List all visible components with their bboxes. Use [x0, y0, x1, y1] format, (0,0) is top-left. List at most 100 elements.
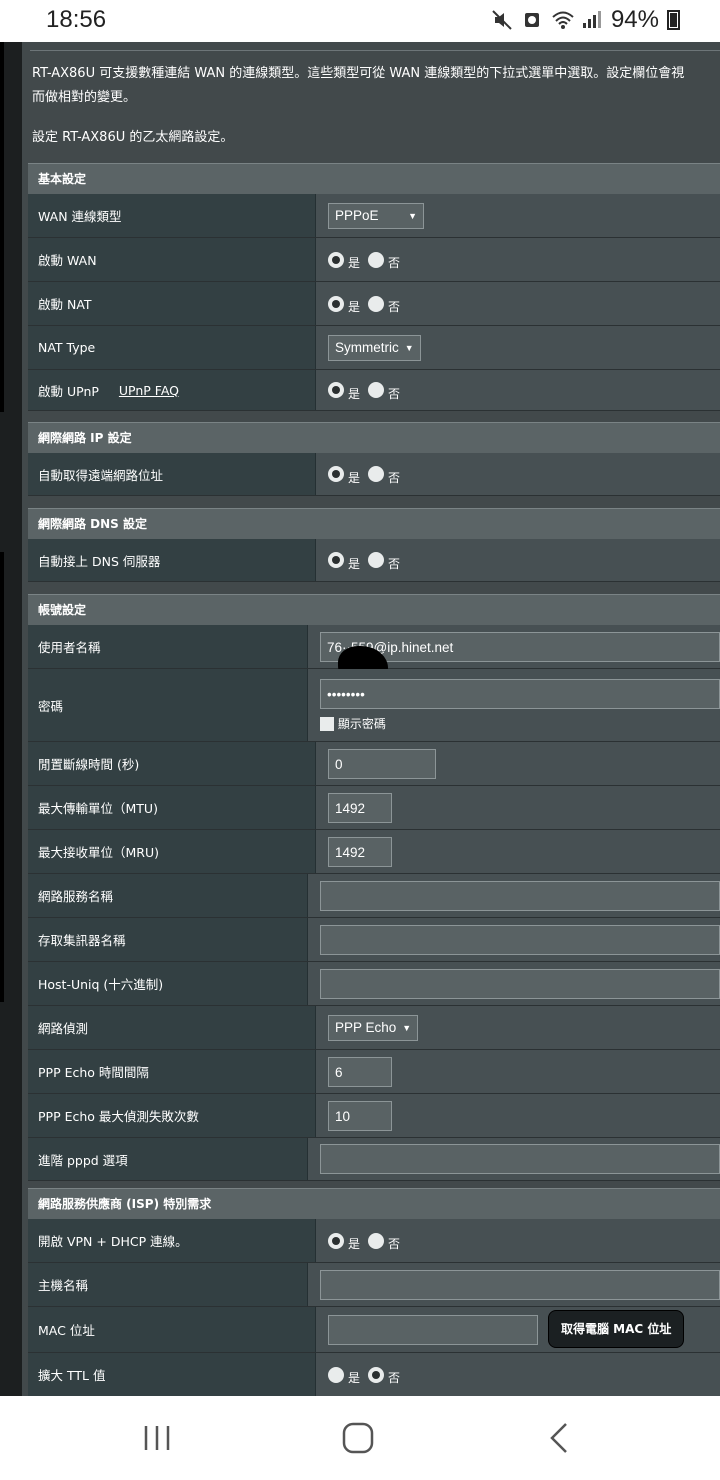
get-mac-button[interactable]: 取得電腦 MAC 位址 [548, 1310, 685, 1348]
left-panel-edge [0, 42, 22, 1396]
echo-fail-input[interactable]: 10 [328, 1100, 392, 1131]
mac-address-label: MAC 位址 [28, 1307, 316, 1352]
row-service-name: 網路服務名稱 [28, 874, 720, 918]
echo-interval-input[interactable]: 6 [328, 1056, 392, 1087]
wan-type-label: WAN 連線類型 [28, 194, 316, 237]
extend-ttl-no-radio[interactable] [368, 1366, 385, 1383]
radio-no-label: 否 [388, 1237, 401, 1251]
auto-ip-radio-group: 是 否 [328, 466, 404, 485]
dropdown-arrow-icon: ▼ [408, 210, 417, 221]
row-concentrator: 存取集訊器名稱 [28, 918, 720, 962]
mtu-input[interactable]: 1492 [328, 792, 392, 823]
radio-yes-label: 是 [348, 1371, 361, 1385]
network-detect-label: 網路偵測 [28, 1006, 316, 1049]
network-detect-value: PPP Echo [335, 1019, 397, 1035]
radio-yes-label: 是 [348, 300, 361, 314]
auto-ip-yes-radio[interactable] [328, 466, 344, 482]
section-ip-header: 網際網路 IP 設定 [28, 422, 720, 453]
pppd-options-label: 進階 pppd 選項 [28, 1138, 308, 1180]
row-password: 密碼 •••••••• 顯示密碼 [28, 669, 720, 742]
concentrator-label: 存取集訊器名稱 [28, 918, 308, 961]
service-name-input[interactable] [320, 880, 720, 911]
row-idle-time: 閒置斷線時間 (秒) 0 [28, 742, 720, 786]
enable-upnp-yes-radio[interactable] [328, 382, 344, 398]
mru-input[interactable]: 1492 [328, 836, 392, 867]
password-input[interactable]: •••••••• [320, 678, 720, 709]
status-icons: 94% [491, 6, 680, 34]
row-auto-ip: 自動取得遠端網路位址 是 否 [28, 453, 720, 496]
row-enable-nat: 啟動 NAT 是 否 [28, 282, 720, 326]
enable-wan-yes-radio[interactable] [328, 251, 344, 268]
left-panel-edge-mark [0, 552, 4, 1002]
row-mru: 最大接收單位（MRU) 1492 [28, 830, 720, 874]
idle-time-input[interactable]: 0 [328, 748, 436, 779]
row-vpn-dhcp: 開啟 VPN + DHCP 連線。 是 否 [28, 1219, 720, 1263]
extend-ttl-yes-radio[interactable] [328, 1366, 344, 1383]
show-password-checkbox[interactable] [320, 717, 334, 731]
radio-no-label: 否 [388, 556, 401, 571]
enable-nat-no-radio[interactable] [368, 295, 385, 312]
intro-line-1: RT-AX86U 可支援數種連結 WAN 的連線類型。這些類型可從 WAN 連線… [32, 66, 685, 81]
nat-type-value: Symmetric [335, 339, 399, 355]
intro-ethernet-text: 設定 RT-AX86U 的乙太網路設定。 [32, 130, 234, 145]
vpn-dhcp-label: 開啟 VPN + DHCP 連線。 [28, 1219, 316, 1262]
enable-nat-label: 啟動 NAT [28, 282, 316, 325]
upnp-faq-link[interactable]: UPnP FAQ [119, 383, 179, 398]
hostname-label: 主機名稱 [28, 1263, 308, 1306]
host-uniq-input[interactable] [320, 968, 720, 999]
vpn-dhcp-radio-group: 是 否 [328, 1232, 404, 1251]
row-network-detect: 網路偵測 PPP Echo ▼ [28, 1006, 720, 1050]
row-host-uniq: Host-Uniq (十六進制) [28, 962, 720, 1006]
auto-ip-label: 自動取得遠端網路位址 [28, 453, 316, 495]
intro-line-2: 而做相對的變更。 [32, 90, 137, 105]
intro-text: RT-AX86U 可支援數種連結 WAN 的連線類型。這些類型可從 WAN 連線… [32, 62, 720, 110]
radio-yes-label: 是 [348, 470, 361, 485]
auto-dns-label: 自動接上 DNS 伺服器 [28, 539, 316, 581]
dropdown-arrow-icon: ▼ [402, 1022, 412, 1033]
enable-nat-radio-group: 是 否 [328, 295, 404, 314]
enable-wan-radio-group: 是 否 [328, 251, 404, 270]
echo-fail-label: PPP Echo 最大偵測失敗次數 [28, 1094, 316, 1137]
home-icon[interactable] [338, 1418, 378, 1458]
concentrator-input[interactable] [320, 924, 720, 955]
show-password-row: 顯示密碼 [320, 715, 386, 732]
vpn-dhcp-yes-radio[interactable] [328, 1232, 344, 1249]
hostname-input[interactable] [320, 1269, 720, 1300]
auto-dns-no-radio[interactable] [368, 552, 385, 568]
mtu-label: 最大傳輸單位（MTU) [28, 786, 316, 829]
mac-address-input[interactable] [328, 1314, 538, 1345]
show-password-label: 顯示密碼 [337, 716, 386, 731]
nat-type-select[interactable]: Symmetric ▼ [328, 334, 421, 361]
status-time: 18:56 [46, 6, 107, 33]
mru-label: 最大接收單位（MRU) [28, 830, 316, 873]
wan-type-select[interactable]: PPPoE ▼ [328, 202, 424, 229]
back-icon[interactable] [540, 1418, 580, 1458]
wan-type-value: PPPoE [335, 207, 379, 223]
recent-apps-icon[interactable] [138, 1418, 178, 1458]
row-enable-wan: 啟動 WAN 是 否 [28, 238, 720, 282]
section-basic-header: 基本設定 [28, 163, 720, 194]
auto-ip-no-radio[interactable] [368, 466, 385, 482]
android-nav-bar [0, 1396, 720, 1480]
row-echo-interval: PPP Echo 時間間隔 6 [28, 1050, 720, 1094]
password-label: 密碼 [28, 669, 308, 741]
section-account-header: 帳號設定 [28, 594, 720, 625]
dropdown-arrow-icon: ▼ [404, 342, 414, 353]
wifi-icon [551, 9, 574, 31]
radio-yes-label: 是 [348, 1237, 361, 1251]
row-auto-dns: 自動接上 DNS 伺服器 是 否 [28, 539, 720, 582]
signal-icon [581, 9, 603, 31]
row-hostname: 主機名稱 [28, 1263, 720, 1307]
service-name-label: 網路服務名稱 [28, 874, 308, 917]
echo-interval-label: PPP Echo 時間間隔 [28, 1050, 316, 1093]
section-isp-header: 網路服務供應商 (ISP) 特別需求 [28, 1188, 720, 1219]
enable-upnp-no-radio[interactable] [368, 382, 385, 398]
mute-icon [491, 9, 513, 31]
vpn-dhcp-no-radio[interactable] [368, 1232, 385, 1249]
enable-nat-yes-radio[interactable] [328, 295, 344, 312]
radio-yes-label: 是 [348, 556, 361, 571]
pppd-options-input[interactable] [320, 1144, 720, 1174]
enable-wan-no-radio[interactable] [368, 251, 385, 268]
network-detect-select[interactable]: PPP Echo ▼ [328, 1014, 419, 1041]
auto-dns-yes-radio[interactable] [328, 552, 344, 568]
